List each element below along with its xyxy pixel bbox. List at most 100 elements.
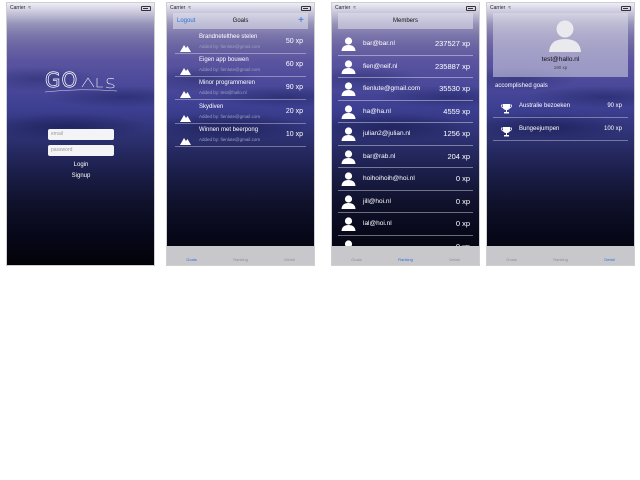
tab-ranking[interactable]: Ranking: [536, 246, 585, 265]
status-bar: Carrier ≈: [7, 3, 154, 13]
accomplished-goal-xp: 100 xp: [603, 125, 622, 132]
section-label: accomplished goals: [495, 83, 548, 89]
status-bar: Carrier ≈: [487, 3, 634, 13]
tab-goals[interactable]: Goals: [332, 246, 381, 265]
goal-added-by: Added by: fienlute@gmail.com: [199, 67, 261, 73]
tab-goals[interactable]: Goals: [487, 246, 536, 265]
wifi-icon: ≈: [28, 5, 32, 11]
member-xp: 0 xp: [455, 219, 470, 228]
accomplished-goal-row[interactable]: Australie bezoeken 90 xp: [493, 96, 628, 118]
wifi-icon: ≈: [353, 5, 357, 11]
tab-ranking[interactable]: Ranking: [216, 246, 265, 265]
tab-bar: Goals Ranking Detail: [167, 246, 314, 265]
member-row[interactable]: hoihoihoih@hoi.nl 0 xp: [338, 168, 473, 191]
goals-nav-bar: Logout Goals +: [173, 13, 308, 29]
goal-xp: 60 xp: [285, 61, 303, 69]
mountain-icon: [180, 132, 191, 145]
password-field[interactable]: password: [48, 145, 114, 156]
goal-title: Winnen met beerpong: [199, 126, 259, 133]
add-goal-button plus-icon[interactable]: +: [298, 16, 304, 26]
goal-title: Minor programmeren: [199, 80, 256, 87]
battery-icon: [466, 5, 476, 11]
goal-xp: 90 xp: [285, 84, 303, 92]
signup-button[interactable]: Signup: [48, 173, 114, 179]
member-xp: 204 xp: [447, 151, 470, 161]
goal-row[interactable]: Skydiven Added by: fienlute@gmail.com 20 x…: [175, 101, 306, 124]
person-icon: [341, 217, 356, 231]
goal-xp: 10 xp: [285, 130, 303, 138]
member-xp: 235887 xp: [434, 61, 470, 71]
tab-detail[interactable]: Detail: [430, 246, 479, 265]
tab-bar: Goals Ranking Detail: [332, 246, 479, 265]
accomplished-goal-xp: 90 xp: [607, 103, 622, 109]
goal-title: Brandnetelthee stelen: [199, 34, 258, 40]
member-xp: 1256 xp: [443, 129, 470, 138]
profile-header: test@hallo.nl 190 xp: [493, 13, 628, 77]
status-bar: Carrier ≈: [167, 3, 314, 13]
member-email: ha@ha.nl: [363, 107, 391, 115]
goal-added-by: Added by: test@hallo.nl: [199, 90, 247, 96]
nav-title: Members: [392, 18, 418, 24]
tab-detail[interactable]: Detail: [585, 246, 634, 265]
goal-title: Eigen app bouwen: [199, 57, 249, 64]
member-row[interactable]: bar@bar.nl 237527 xp: [338, 33, 473, 56]
member-row[interactable]: fienlute@gmail.com 35530 xp: [338, 78, 473, 101]
wifi-icon: ≈: [188, 5, 192, 11]
member-row[interactable]: ha@ha.nl 4559 xp: [338, 101, 473, 123]
goal-row[interactable]: Brandnetelthee stelen Added by: fienlute@…: [175, 31, 306, 54]
member-email: bar@rab.nl: [363, 152, 396, 160]
member-row[interactable]: lal@hoi.nl 0 xp: [338, 213, 473, 236]
person-icon: [341, 37, 356, 51]
member-xp: 237527 xp: [434, 39, 470, 48]
profile-email: test@hallo.nl: [541, 56, 580, 63]
goals-logo: GO: [45, 68, 117, 92]
battery-icon: [621, 5, 631, 11]
goal-row[interactable]: Winnen met beerpong Added by: fienlute@gm…: [175, 124, 306, 147]
tab-detail[interactable]: Detail: [265, 246, 314, 265]
member-row[interactable]: fien@neif.nl 235887 xp: [338, 56, 473, 78]
member-email: lal@hoi.nl: [363, 220, 392, 227]
member-email: hoihoihoih@hoi.nl: [363, 175, 415, 182]
goal-row[interactable]: Minor programmeren Added by: test@hallo.n…: [175, 77, 306, 101]
logout-button[interactable]: Logout: [177, 18, 195, 24]
goal-added-by: Added by: fienlute@gmail.com: [199, 136, 261, 142]
member-row[interactable]: bar@rab.nl 204 xp: [338, 146, 473, 168]
accomplished-goal-title: Australie bezoeken: [519, 103, 571, 109]
tab-ranking[interactable]: Ranking: [381, 246, 430, 265]
email-field[interactable]: email: [48, 129, 114, 140]
tab-goals[interactable]: Goals: [167, 246, 216, 265]
goal-xp: 20 xp: [285, 107, 303, 115]
goal-added-by: Added by: fienlute@gmail.com: [199, 44, 261, 49]
person-icon: [341, 82, 356, 96]
login-button[interactable]: Login: [48, 162, 114, 168]
member-email: fienlute@gmail.com: [363, 85, 421, 92]
member-row[interactable]: jill@hoi.nl 0 xp: [338, 191, 473, 213]
member-email: julian2@julian.nl: [363, 130, 411, 137]
carrier-label: Carrier: [490, 5, 506, 11]
mountain-icon: [180, 85, 191, 99]
goal-row[interactable]: Eigen app bouwen Added by: fienlute@gmail…: [175, 54, 306, 78]
profile-xp: 190 xp: [553, 65, 568, 70]
members-nav-bar: Members: [338, 13, 473, 29]
goals-screen: Carrier ≈ Logout Goals + Brandnetelthee …: [166, 2, 315, 266]
goal-added-by: Added by: fienlute@gmail.com: [199, 113, 261, 119]
status-bar: Carrier ≈: [332, 3, 479, 13]
svg-text:GO: GO: [45, 68, 78, 92]
member-email: jill@hoi.nl: [363, 197, 391, 205]
accomplished-goal-row[interactable]: Bungeejumpen 100 xp: [493, 119, 628, 141]
goal-title: Skydiven: [199, 103, 224, 110]
person-icon: [341, 127, 356, 141]
member-row[interactable]: julian2@julian.nl 1256 xp: [338, 123, 473, 146]
carrier-label: Carrier: [10, 5, 26, 11]
member-xp: 4559 xp: [443, 106, 470, 116]
person-icon: [341, 172, 356, 186]
carrier-label: Carrier: [335, 5, 351, 11]
person-icon: [341, 59, 356, 74]
goal-xp: 50 xp: [285, 38, 303, 45]
battery-icon: [141, 5, 151, 11]
member-xp: 0 xp: [455, 196, 470, 206]
person-icon: [341, 104, 356, 119]
nav-title: Goals: [232, 18, 249, 24]
member-email: bar@bar.nl: [363, 40, 395, 47]
accomplished-goal-title: Bungeejumpen: [519, 125, 560, 132]
